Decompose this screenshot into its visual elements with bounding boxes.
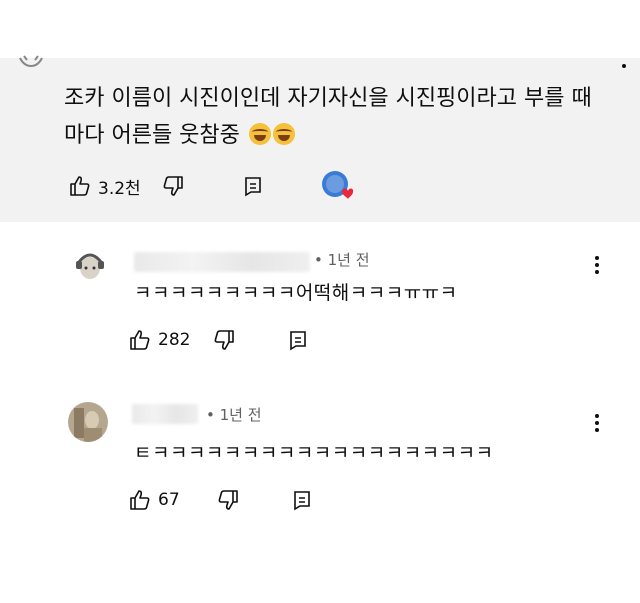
comment-actions: 3.2천 xyxy=(68,170,354,202)
reply-text: ㅌㅋㅋㅋㅋㅋㅋㅋㅋㅋㅋㅋㅋㅋㅋㅋㅋㅋㅋㅋ xyxy=(134,442,494,464)
timestamp: • 1년 전 xyxy=(206,406,262,424)
creator-avatar-icon xyxy=(321,171,353,199)
thumbs-down-icon xyxy=(215,330,235,350)
like-button[interactable]: 67 xyxy=(128,488,180,512)
thumbs-up-icon xyxy=(70,176,90,196)
thumbs-up-icon xyxy=(130,330,150,350)
reply-icon xyxy=(293,491,310,511)
dislike-button[interactable] xyxy=(212,328,236,352)
reply-icon xyxy=(290,331,307,351)
like-count: 67 xyxy=(158,490,180,510)
reply-avatar[interactable] xyxy=(68,402,108,442)
commenter-avatar[interactable] xyxy=(18,54,44,76)
more-options-icon[interactable] xyxy=(594,254,600,276)
creator-heart-badge xyxy=(320,170,354,202)
comment-text: 조카 이름이 시진이인데 자기자신을 시진핑이라고 부를 때 마다 어른들 웃참… xyxy=(64,80,624,154)
like-count: 3.2천 xyxy=(98,178,141,199)
dislike-button[interactable] xyxy=(216,488,240,512)
comment-line-1: 조카 이름이 시진이인데 자기자신을 시진핑이라고 부를 때 xyxy=(64,86,592,111)
reply-text: ㅋㅋㅋㅋㅋㅋㅋㅋㅋ어떡해ㅋㅋㅋㅠㅠㅋ xyxy=(134,282,458,304)
laughing-emoji-icon xyxy=(272,123,295,145)
photo-avatar-icon xyxy=(68,402,108,442)
thumbs-down-icon xyxy=(163,176,183,196)
reply-button[interactable] xyxy=(290,488,314,512)
dislike-button[interactable] xyxy=(161,174,185,198)
thumbs-up-icon xyxy=(130,490,150,510)
more-options-icon[interactable] xyxy=(622,64,626,74)
reply-button[interactable] xyxy=(286,328,310,352)
reply-actions: 282 xyxy=(128,328,310,352)
highlighted-comment: 조카 이름이 시진이인데 자기자신을 시진핑이라고 부를 때 마다 어른들 웃참… xyxy=(0,55,640,222)
timestamp: • 1년 전 xyxy=(314,251,370,269)
username-blurred[interactable] xyxy=(132,404,198,424)
like-button[interactable]: 3.2천 xyxy=(68,174,141,199)
thumbs-down-icon xyxy=(218,490,238,510)
reply-icon xyxy=(244,177,261,197)
more-options-icon[interactable] xyxy=(594,412,600,434)
heart-icon xyxy=(341,188,353,199)
like-button[interactable]: 282 xyxy=(128,328,190,352)
reply-actions: 67 xyxy=(128,488,314,512)
reply-comment: • 1년 전 ㅌㅋㅋㅋㅋㅋㅋㅋㅋㅋㅋㅋㅋㅋㅋㅋㅋㅋㅋㅋ 67 xyxy=(0,398,640,528)
reply-button[interactable] xyxy=(241,174,265,198)
username-blurred[interactable] xyxy=(134,252,310,272)
reply-comment: • 1년 전 ㅋㅋㅋㅋㅋㅋㅋㅋㅋ어떡해ㅋㅋㅋㅠㅠㅋ 282 xyxy=(0,240,640,370)
laughing-emoji-icon xyxy=(248,123,271,145)
comment-line-2: 마다 어른들 웃참중 xyxy=(64,117,624,154)
reply-avatar[interactable] xyxy=(70,246,110,286)
dog-avatar-icon xyxy=(70,246,110,286)
like-count: 282 xyxy=(158,330,191,350)
